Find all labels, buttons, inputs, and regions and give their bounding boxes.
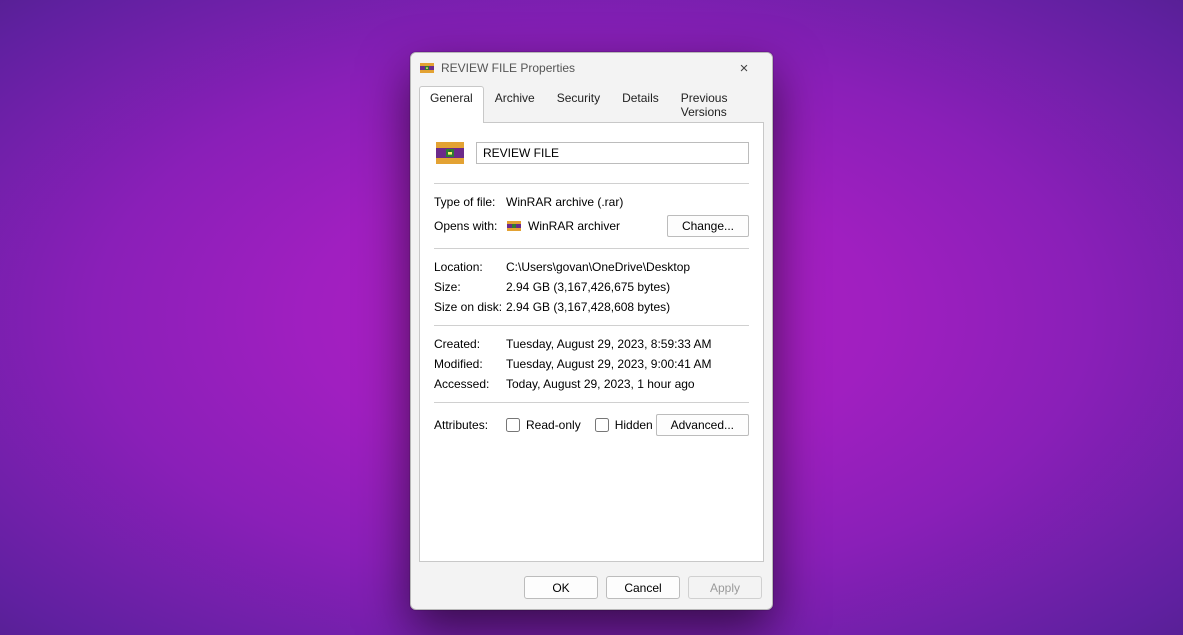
size-row: Size: 2.94 GB (3,167,426,675 bytes)	[434, 277, 749, 297]
tab-details[interactable]: Details	[611, 86, 670, 123]
ok-button[interactable]: OK	[524, 576, 598, 599]
dialog-footer: OK Cancel Apply	[411, 570, 772, 609]
apply-button[interactable]: Apply	[688, 576, 762, 599]
modified-value: Tuesday, August 29, 2023, 9:00:41 AM	[506, 357, 749, 371]
opens-with-row: Opens with: WinRAR archiver Change...	[434, 212, 749, 240]
type-value: WinRAR archive (.rar)	[506, 195, 749, 209]
close-icon: ×	[740, 60, 749, 77]
tab-previous-versions[interactable]: Previous Versions	[670, 86, 764, 123]
size-label: Size:	[434, 280, 506, 294]
hidden-input[interactable]	[595, 418, 609, 432]
close-button[interactable]: ×	[722, 53, 766, 83]
tab-content: Type of file: WinRAR archive (.rar) Open…	[419, 122, 764, 562]
separator	[434, 402, 749, 403]
winrar-icon	[506, 218, 522, 234]
readonly-label: Read-only	[526, 418, 581, 432]
window-title: REVIEW FILE Properties	[441, 61, 722, 75]
accessed-label: Accessed:	[434, 377, 506, 391]
size-on-disk-row: Size on disk: 2.94 GB (3,167,428,608 byt…	[434, 297, 749, 317]
file-header-row	[434, 133, 749, 175]
separator	[434, 183, 749, 184]
titlebar: REVIEW FILE Properties ×	[411, 53, 772, 83]
created-value: Tuesday, August 29, 2023, 8:59:33 AM	[506, 337, 749, 351]
size-value: 2.94 GB (3,167,426,675 bytes)	[506, 280, 749, 294]
opens-with-value: WinRAR archiver	[528, 219, 620, 233]
tabs: General Archive Security Details Previou…	[411, 83, 772, 122]
accessed-row: Accessed: Today, August 29, 2023, 1 hour…	[434, 374, 749, 394]
hidden-checkbox[interactable]: Hidden	[595, 418, 653, 432]
attributes-label: Attributes:	[434, 418, 506, 432]
winrar-icon	[419, 60, 435, 76]
advanced-button[interactable]: Advanced...	[656, 414, 749, 436]
modified-label: Modified:	[434, 357, 506, 371]
created-row: Created: Tuesday, August 29, 2023, 8:59:…	[434, 334, 749, 354]
location-label: Location:	[434, 260, 506, 274]
modified-row: Modified: Tuesday, August 29, 2023, 9:00…	[434, 354, 749, 374]
type-row: Type of file: WinRAR archive (.rar)	[434, 192, 749, 212]
tab-general[interactable]: General	[419, 86, 484, 123]
location-row: Location: C:\Users\govan\OneDrive\Deskto…	[434, 257, 749, 277]
properties-dialog: REVIEW FILE Properties × General Archive…	[410, 52, 773, 610]
hidden-label: Hidden	[615, 418, 653, 432]
tab-security[interactable]: Security	[546, 86, 611, 123]
size-on-disk-value: 2.94 GB (3,167,428,608 bytes)	[506, 300, 749, 314]
attributes-row: Attributes: Read-only Hidden Advanced...	[434, 411, 749, 439]
readonly-checkbox[interactable]: Read-only	[506, 418, 581, 432]
tab-archive[interactable]: Archive	[484, 86, 546, 123]
cancel-button[interactable]: Cancel	[606, 576, 680, 599]
accessed-value: Today, August 29, 2023, 1 hour ago	[506, 377, 749, 391]
created-label: Created:	[434, 337, 506, 351]
location-value: C:\Users\govan\OneDrive\Desktop	[506, 260, 749, 274]
size-on-disk-label: Size on disk:	[434, 300, 506, 314]
readonly-input[interactable]	[506, 418, 520, 432]
change-button[interactable]: Change...	[667, 215, 749, 237]
separator	[434, 325, 749, 326]
opens-with-label: Opens with:	[434, 219, 506, 233]
winrar-icon	[434, 137, 466, 169]
separator	[434, 248, 749, 249]
filename-input[interactable]	[476, 142, 749, 164]
type-label: Type of file:	[434, 195, 506, 209]
